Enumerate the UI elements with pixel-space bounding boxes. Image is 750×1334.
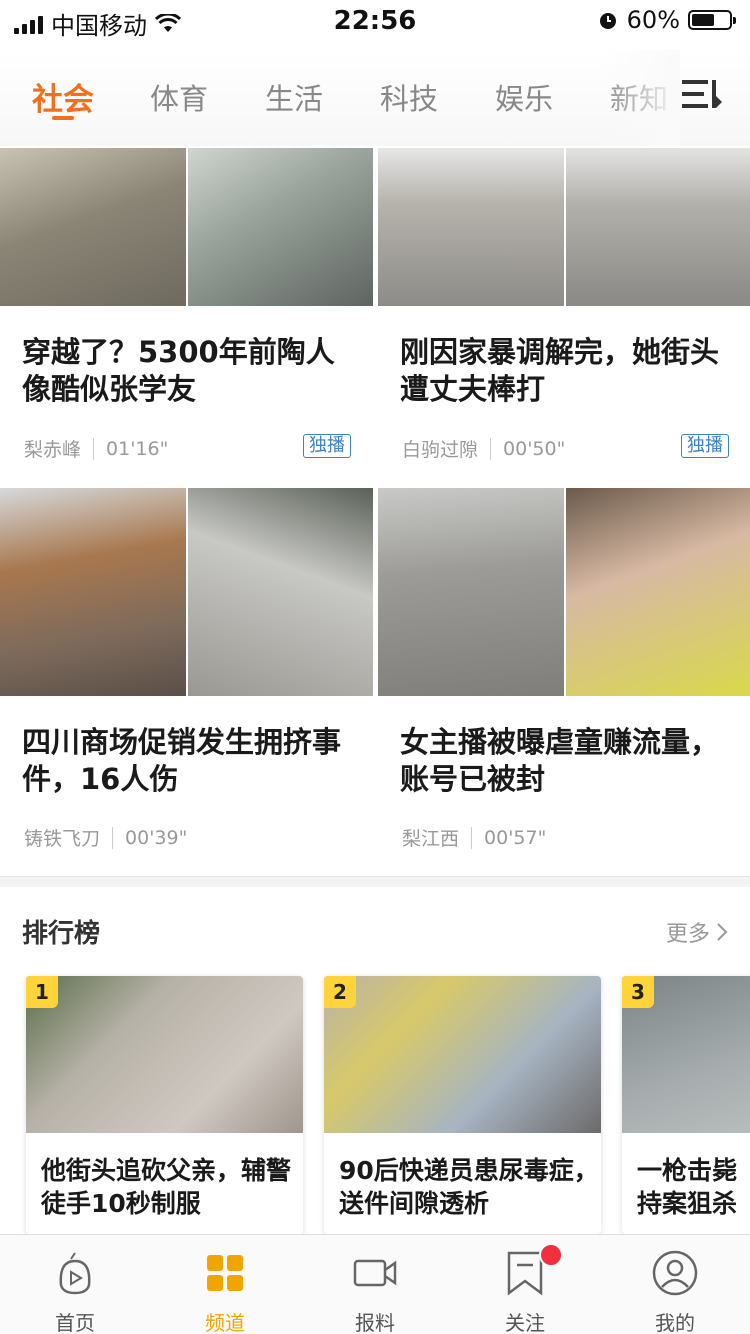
nav-report[interactable]: 报料 xyxy=(300,1235,450,1334)
ranking-headline[interactable]: 他街头追砍父亲，辅警徒手10秒制服 xyxy=(41,1154,301,1220)
video-camera-icon xyxy=(353,1259,397,1287)
status-bar: 中国移动 22:56 60% xyxy=(0,0,750,40)
ranking-card[interactable]: 2 90后快递员患尿毒症，送件间隙透析 xyxy=(324,976,601,1234)
ranking-card[interactable]: 3 一枪击毙持案狙杀 xyxy=(622,976,750,1234)
tab-entertainment[interactable]: 娱乐 xyxy=(495,76,553,118)
video-title[interactable]: 穿越了？5300年前陶人像酷似张学友 xyxy=(22,334,352,408)
video-author: 梨赤峰 xyxy=(24,439,82,461)
video-card[interactable]: 四川商场促销发生拥挤事件，16人伤 铸铁飞刀 00'39" xyxy=(0,488,373,868)
video-thumbnail[interactable] xyxy=(378,148,750,306)
video-thumbnail[interactable] xyxy=(0,148,373,306)
tab-life[interactable]: 生活 xyxy=(265,76,323,118)
ranking-headline[interactable]: 90后快递员患尿毒症，送件间隙透析 xyxy=(339,1154,599,1220)
video-meta: 白驹过隙 00'50" xyxy=(402,435,565,462)
ranking-thumbnail[interactable] xyxy=(324,976,601,1133)
battery-percent: 60% xyxy=(626,6,680,34)
ranking-card[interactable]: 1 他街头追砍父亲，辅警徒手10秒制服 xyxy=(26,976,303,1234)
video-card[interactable]: 穿越了？5300年前陶人像酷似张学友 梨赤峰 01'16" 独播 xyxy=(0,148,373,478)
video-meta: 梨江西 00'57" xyxy=(402,824,546,851)
tab-sports[interactable]: 体育 xyxy=(150,76,208,118)
nav-label: 我的 xyxy=(655,1311,695,1334)
screen: 中国移动 22:56 60% 社会 体育 生活 科技 娱乐 新知 xyxy=(0,0,750,1334)
play-bag-icon xyxy=(59,1252,91,1295)
video-title[interactable]: 刚因家暴调解完，她街头遭丈夫棒打 xyxy=(400,334,730,408)
exclusive-badge: 独播 xyxy=(303,434,351,458)
nav-label: 关注 xyxy=(505,1311,545,1334)
video-thumbnail[interactable] xyxy=(378,488,750,696)
video-duration: 00'39" xyxy=(125,826,188,849)
rank-number: 2 xyxy=(324,976,356,1008)
ranking-headline[interactable]: 一枪击毙持案狙杀 xyxy=(637,1154,750,1220)
exclusive-badge: 独播 xyxy=(681,434,729,458)
ranking-more-label: 更多 xyxy=(665,922,710,947)
grid-icon xyxy=(207,1255,243,1291)
nav-follow[interactable]: 关注 xyxy=(450,1235,600,1334)
video-author: 梨江西 xyxy=(402,828,460,850)
status-right: 60% xyxy=(597,6,736,34)
video-thumbnail[interactable] xyxy=(0,488,373,696)
rank-number: 1 xyxy=(26,976,58,1008)
ranking-more-link[interactable]: 更多 xyxy=(666,916,728,948)
nav-label: 频道 xyxy=(205,1311,245,1334)
tab-tech[interactable]: 科技 xyxy=(380,76,438,118)
section-divider xyxy=(0,876,750,887)
chevron-right-icon xyxy=(717,923,728,941)
nav-profile[interactable]: 我的 xyxy=(600,1235,750,1334)
active-tab-indicator xyxy=(52,116,74,120)
tab-society[interactable]: 社会 xyxy=(32,74,94,119)
video-card[interactable]: 女主播被曝虐童赚流量，账号已被封 梨江西 00'57" xyxy=(378,488,750,868)
profile-icon xyxy=(652,1250,698,1296)
video-meta: 梨赤峰 01'16" xyxy=(24,435,168,462)
video-author: 白驹过隙 xyxy=(402,439,479,461)
video-card[interactable]: 刚因家暴调解完，她街头遭丈夫棒打 白驹过隙 00'50" 独播 xyxy=(378,148,750,478)
video-duration: 00'57" xyxy=(484,826,547,849)
battery-icon xyxy=(688,10,736,30)
ranking-title: 排行榜 xyxy=(22,919,101,949)
video-meta: 铸铁飞刀 00'39" xyxy=(24,824,187,851)
alarm-icon xyxy=(599,13,616,29)
nav-home[interactable]: 首页 xyxy=(0,1235,150,1334)
notification-dot xyxy=(539,1243,563,1267)
ranking-thumbnail[interactable] xyxy=(26,976,303,1133)
video-title[interactable]: 四川商场促销发生拥挤事件，16人伤 xyxy=(22,724,352,798)
nav-channels[interactable]: 频道 xyxy=(150,1235,300,1334)
video-author: 铸铁飞刀 xyxy=(24,828,101,850)
bottom-nav: 首页 频道 报料 关注 我的 xyxy=(0,1234,750,1334)
nav-label: 首页 xyxy=(55,1311,95,1334)
nav-label: 报料 xyxy=(355,1311,395,1334)
channel-menu-icon[interactable] xyxy=(682,78,722,110)
video-duration: 01'16" xyxy=(106,437,169,460)
video-duration: 00'50" xyxy=(503,437,566,460)
video-title[interactable]: 女主播被曝虐童赚流量，账号已被封 xyxy=(400,724,730,798)
rank-number: 3 xyxy=(622,976,654,1008)
